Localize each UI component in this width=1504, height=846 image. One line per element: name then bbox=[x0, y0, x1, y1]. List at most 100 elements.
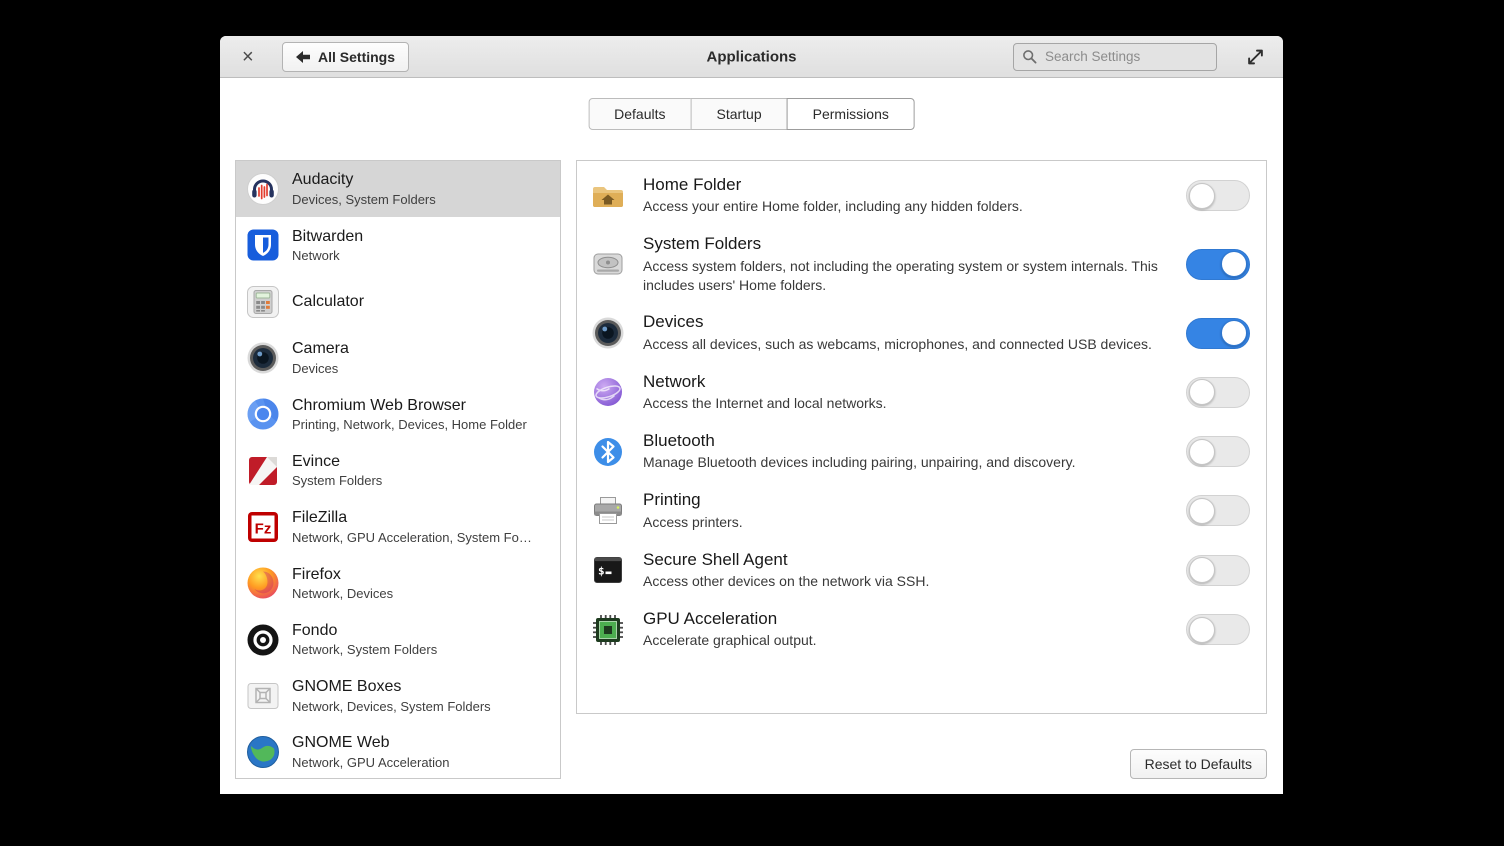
tab-defaults[interactable]: Defaults bbox=[588, 98, 691, 130]
svg-text:$: $ bbox=[598, 565, 605, 578]
printing-toggle[interactable] bbox=[1186, 495, 1250, 526]
app-item-gnome-web[interactable]: GNOME Web Network, GPU Acceleration bbox=[236, 724, 560, 779]
app-name: GNOME Web bbox=[292, 734, 450, 752]
printing-icon bbox=[591, 494, 625, 528]
fondo-icon bbox=[246, 623, 280, 657]
permission-text: Network Access the Internet and local ne… bbox=[643, 372, 1168, 413]
system-folders-icon bbox=[591, 247, 625, 281]
app-name: Chromium Web Browser bbox=[292, 397, 527, 415]
permission-text: Home Folder Access your entire Home fold… bbox=[643, 175, 1168, 216]
permission-description: Access system folders, not including the… bbox=[643, 257, 1168, 295]
app-item-camera[interactable]: Camera Devices bbox=[236, 330, 560, 386]
permission-text: GPU Acceleration Accelerate graphical ou… bbox=[643, 609, 1168, 650]
gnome-boxes-icon bbox=[246, 679, 280, 713]
permission-row-home-folder: Home Folder Access your entire Home fold… bbox=[577, 166, 1266, 225]
app-permissions-summary: Devices, System Folders bbox=[292, 192, 436, 207]
app-permissions-summary: Network, Devices, System Folders bbox=[292, 699, 491, 714]
app-text: Calculator bbox=[292, 293, 364, 311]
permission-title: Bluetooth bbox=[643, 431, 1168, 451]
toggle-knob bbox=[1189, 498, 1215, 524]
toggle-knob bbox=[1189, 617, 1215, 643]
app-name: FileZilla bbox=[292, 509, 532, 527]
system-folders-toggle[interactable] bbox=[1186, 249, 1250, 280]
permission-text: System Folders Access system folders, no… bbox=[643, 234, 1168, 294]
app-text: GNOME Boxes Network, Devices, System Fol… bbox=[292, 678, 491, 713]
app-name: Camera bbox=[292, 340, 349, 358]
permission-text: Secure Shell Agent Access other devices … bbox=[643, 550, 1168, 591]
gnome-web-icon bbox=[246, 735, 280, 769]
permission-text: Devices Access all devices, such as webc… bbox=[643, 312, 1168, 353]
app-name: Audacity bbox=[292, 171, 436, 189]
secure-shell-agent-toggle[interactable] bbox=[1186, 555, 1250, 586]
permission-title: GPU Acceleration bbox=[643, 609, 1168, 629]
permissions-panel: Home Folder Access your entire Home fold… bbox=[576, 160, 1267, 714]
app-item-calculator[interactable]: Calculator bbox=[236, 274, 560, 330]
app-name: Calculator bbox=[292, 293, 364, 311]
ssh-terminal-icon: $ bbox=[591, 553, 625, 587]
permission-row-network: Network Access the Internet and local ne… bbox=[577, 363, 1266, 422]
evince-icon bbox=[246, 454, 280, 488]
app-name: GNOME Boxes bbox=[292, 678, 491, 696]
permission-title: Printing bbox=[643, 490, 1168, 510]
app-permissions-summary: Network, System Folders bbox=[292, 642, 437, 657]
fullscreen-toggle-icon[interactable] bbox=[1244, 45, 1267, 68]
reset-to-defaults-button[interactable]: Reset to Defaults bbox=[1130, 749, 1267, 779]
app-text: Chromium Web Browser Printing, Network, … bbox=[292, 397, 527, 432]
view-switcher: Defaults Startup Permissions bbox=[588, 98, 915, 130]
search-icon bbox=[1022, 49, 1037, 64]
app-item-bitwarden[interactable]: Bitwarden Network bbox=[236, 217, 560, 273]
app-item-firefox[interactable]: Firefox Network, Devices bbox=[236, 555, 560, 611]
app-item-gnome-boxes[interactable]: GNOME Boxes Network, Devices, System Fol… bbox=[236, 668, 560, 724]
permission-description: Access printers. bbox=[643, 513, 1168, 532]
permission-title: System Folders bbox=[643, 234, 1168, 254]
svg-text:Fz: Fz bbox=[255, 520, 272, 537]
app-text: Evince System Folders bbox=[292, 453, 382, 488]
app-text: GNOME Web Network, GPU Acceleration bbox=[292, 734, 450, 769]
app-name: Bitwarden bbox=[292, 228, 363, 246]
titlebar: × All Settings Applications bbox=[220, 36, 1283, 78]
app-name: Firefox bbox=[292, 566, 393, 584]
camera-icon bbox=[246, 341, 280, 375]
tab-startup[interactable]: Startup bbox=[690, 98, 787, 130]
permission-title: Home Folder bbox=[643, 175, 1168, 195]
back-button-label: All Settings bbox=[318, 49, 395, 65]
devices-icon bbox=[591, 316, 625, 350]
page-title: Applications bbox=[706, 48, 796, 65]
close-window-button[interactable]: × bbox=[236, 45, 260, 69]
app-permissions-summary: System Folders bbox=[292, 473, 382, 488]
permission-row-bluetooth: Bluetooth Manage Bluetooth devices inclu… bbox=[577, 422, 1266, 481]
permission-row-gpu-acceleration: GPU Acceleration Accelerate graphical ou… bbox=[577, 600, 1266, 659]
app-text: Bitwarden Network bbox=[292, 228, 363, 263]
permission-title: Secure Shell Agent bbox=[643, 550, 1168, 570]
app-text: Firefox Network, Devices bbox=[292, 566, 393, 601]
permission-text: Bluetooth Manage Bluetooth devices inclu… bbox=[643, 431, 1168, 472]
tab-permissions[interactable]: Permissions bbox=[787, 98, 915, 130]
app-item-fondo[interactable]: Fondo Network, System Folders bbox=[236, 611, 560, 667]
app-item-evince[interactable]: Evince System Folders bbox=[236, 442, 560, 498]
bluetooth-icon bbox=[591, 435, 625, 469]
network-toggle[interactable] bbox=[1186, 377, 1250, 408]
devices-toggle[interactable] bbox=[1186, 318, 1250, 349]
permission-row-secure-shell-agent: $ Secure Shell Agent Access other device… bbox=[577, 541, 1266, 600]
bitwarden-icon bbox=[246, 228, 280, 262]
permission-description: Accelerate graphical output. bbox=[643, 631, 1168, 650]
toggle-knob bbox=[1221, 251, 1247, 277]
permission-title: Devices bbox=[643, 312, 1168, 332]
bluetooth-toggle[interactable] bbox=[1186, 436, 1250, 467]
app-text: Fondo Network, System Folders bbox=[292, 622, 437, 657]
application-list: Audacity Devices, System Folders Bitward… bbox=[235, 160, 561, 779]
app-item-audacity[interactable]: Audacity Devices, System Folders bbox=[236, 161, 560, 217]
gpu-acceleration-toggle[interactable] bbox=[1186, 614, 1250, 645]
app-name: Fondo bbox=[292, 622, 437, 640]
search-input[interactable] bbox=[1043, 48, 1208, 65]
app-item-chromium[interactable]: Chromium Web Browser Printing, Network, … bbox=[236, 386, 560, 442]
toggle-knob bbox=[1221, 320, 1247, 346]
toggle-knob bbox=[1189, 183, 1215, 209]
permission-description: Access the Internet and local networks. bbox=[643, 394, 1168, 413]
filezilla-icon: Fz bbox=[246, 510, 280, 544]
home-folder-toggle[interactable] bbox=[1186, 180, 1250, 211]
permission-text: Printing Access printers. bbox=[643, 490, 1168, 531]
all-settings-back-button[interactable]: All Settings bbox=[282, 42, 409, 72]
app-item-filezilla[interactable]: Fz FileZilla Network, GPU Acceleration, … bbox=[236, 499, 560, 555]
permission-row-system-folders: System Folders Access system folders, no… bbox=[577, 225, 1266, 303]
